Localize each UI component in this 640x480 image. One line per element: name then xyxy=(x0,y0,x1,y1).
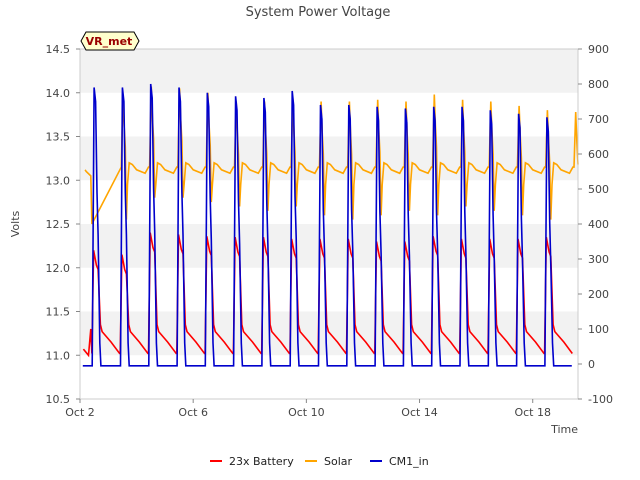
x-axis-label: Time xyxy=(550,423,578,436)
y2-tick-label: 100 xyxy=(588,323,609,336)
y-tick-label: 12.0 xyxy=(46,262,71,275)
y-tick-label: 13.0 xyxy=(46,174,71,187)
x-tick-label: Oct 18 xyxy=(514,406,551,419)
y-tick-label: 11.5 xyxy=(46,306,71,319)
x-tick-label: Oct 6 xyxy=(178,406,208,419)
legend-label: 23x Battery xyxy=(229,455,294,468)
legend-item: CM1_in xyxy=(370,455,429,468)
x-tick-label: Oct 14 xyxy=(401,406,438,419)
y-axis-label: Volts xyxy=(9,210,22,237)
legend-label: Solar xyxy=(324,455,353,468)
y2-tick-label: 700 xyxy=(588,113,609,126)
y2-tick-label: 0 xyxy=(588,358,595,371)
y2-tick-label: 500 xyxy=(588,183,609,196)
y2-tick-label: 200 xyxy=(588,288,609,301)
x-tick-label: Oct 10 xyxy=(288,406,325,419)
x-tick-label: Oct 2 xyxy=(65,406,95,419)
legend-label: CM1_in xyxy=(389,455,429,468)
y2-tick-label: -100 xyxy=(588,393,613,406)
y2-tick-label: 900 xyxy=(588,43,609,56)
y-tick-label: 13.5 xyxy=(46,131,71,144)
legend-item: Solar xyxy=(305,455,353,468)
background-band xyxy=(80,92,578,137)
y2-tick-label: 400 xyxy=(588,218,609,231)
chart-title: System Power Voltage xyxy=(246,5,391,20)
left-axis: 10.5 11.0 11.5 12.0 12.5 13.0 13.5 14.0 14.5 xyxy=(46,43,80,406)
legend: 23x Battery Solar CM1_in xyxy=(210,455,429,468)
station-badge: VR_met xyxy=(80,31,140,51)
x-axis: Oct 2 Oct 6 Oct 10 Oct 14 Oct 18 xyxy=(65,399,551,419)
background-band xyxy=(80,49,578,93)
legend-item: 23x Battery xyxy=(210,455,294,468)
y-tick-label: 10.5 xyxy=(46,393,71,406)
y-tick-label: 14.0 xyxy=(46,87,71,100)
y-tick-label: 14.5 xyxy=(46,43,71,56)
right-axis: -100 0 100 200 300 400 500 600 700 800 900 xyxy=(578,43,613,406)
y2-tick-label: 300 xyxy=(588,253,609,266)
badge-label: VR_met xyxy=(86,35,133,48)
background-band xyxy=(80,355,578,399)
chart: System Power Voltage 10.5 11.0 11.5 12.0 12.… xyxy=(9,5,613,468)
y2-tick-label: 800 xyxy=(588,78,609,91)
y-tick-label: 11.0 xyxy=(46,349,71,362)
y2-tick-label: 600 xyxy=(588,148,609,161)
y-tick-label: 12.5 xyxy=(46,218,71,231)
